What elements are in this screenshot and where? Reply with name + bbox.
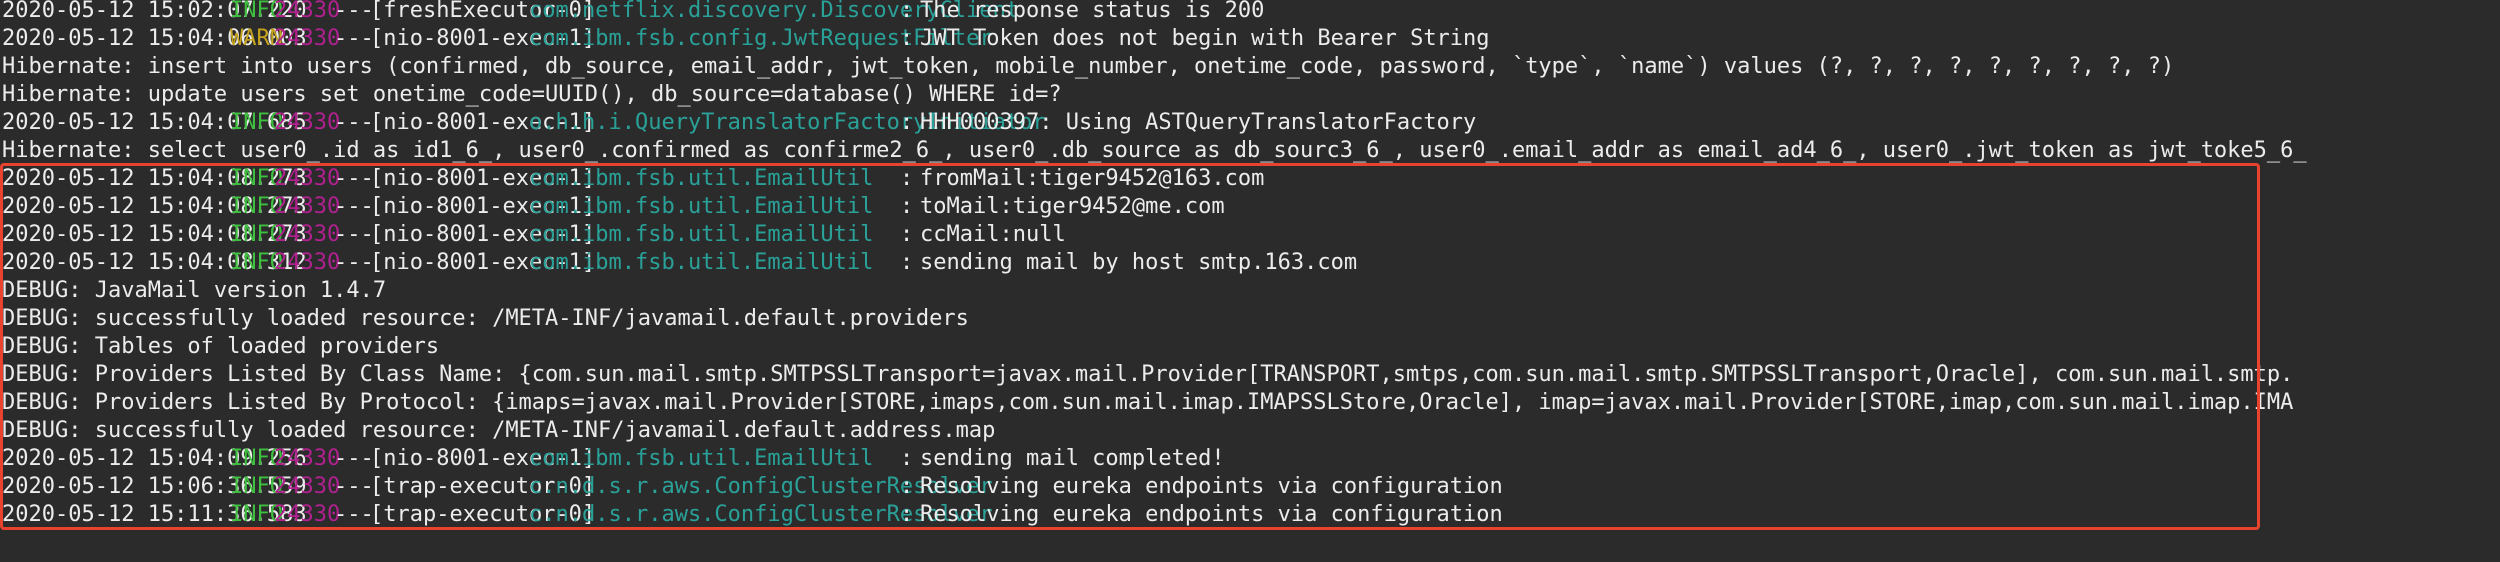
log-pid: 24330 bbox=[274, 222, 341, 247]
log-separator: --- bbox=[334, 0, 374, 23]
log-logger: com.ibm.fsb.util.EmailUtil bbox=[529, 194, 874, 219]
log-text-line: DEBUG: Providers Listed By Class Name: {… bbox=[2, 361, 2293, 389]
log-separator: --- bbox=[334, 26, 374, 51]
log-separator: --- bbox=[334, 502, 374, 527]
log-message: The response status is 200 bbox=[920, 0, 1265, 23]
log-text: DEBUG: Providers Listed By Protocol: {im… bbox=[2, 390, 2294, 415]
log-separator: --- bbox=[334, 166, 374, 191]
log-colon: : bbox=[900, 446, 914, 471]
log-pid: 24330 bbox=[274, 26, 341, 51]
log-message: toMail:tiger9452@me.com bbox=[920, 194, 1225, 219]
log-separator: --- bbox=[334, 110, 374, 135]
log-text-line: Hibernate: insert into users (confirmed,… bbox=[2, 53, 2174, 81]
log-message: Resolving eureka endpoints via configura… bbox=[920, 502, 1503, 527]
log-text-line: DEBUG: JavaMail version 1.4.7 bbox=[2, 277, 386, 305]
log-pid: 24330 bbox=[274, 110, 341, 135]
log-text: DEBUG: Tables of loaded providers bbox=[2, 334, 440, 359]
log-colon: : bbox=[900, 222, 914, 247]
log-line: 2020-05-12 15:04:08.273 INFO 24330 --- [nio-… bbox=[2, 221, 2498, 249]
log-message: sending mail by host smtp.163.com bbox=[920, 250, 1358, 275]
log-separator: --- bbox=[334, 250, 374, 275]
log-colon: : bbox=[900, 474, 914, 499]
log-message: sending mail completed! bbox=[920, 446, 1225, 471]
log-line: 2020-05-12 15:04:08.273 INFO 24330 --- [nio-… bbox=[2, 165, 2498, 193]
log-text: Hibernate: select user0_.id as id1_6_, u… bbox=[2, 138, 2307, 163]
log-colon: : bbox=[900, 0, 914, 23]
log-line: 2020-05-12 15:06:36.559 INFO 24330 --- [trap… bbox=[2, 473, 2498, 501]
log-pid: 24330 bbox=[274, 250, 341, 275]
log-text: DEBUG: JavaMail version 1.4.7 bbox=[2, 278, 387, 303]
log-message: fromMail:tiger9452@163.com bbox=[920, 166, 1265, 191]
log-line: 2020-05-12 15:02:07.220 INFO 24330 --- [fres… bbox=[2, 0, 2498, 25]
log-pid: 24330 bbox=[274, 474, 341, 499]
log-logger: com.ibm.fsb.util.EmailUtil bbox=[529, 166, 874, 191]
log-text-line: DEBUG: successfully loaded resource: /ME… bbox=[2, 417, 995, 445]
log-line: 2020-05-12 15:04:07.685 INFO 24330 --- [nio-… bbox=[2, 109, 2498, 137]
log-line: 2020-05-12 15:04:08.273 INFO 24330 --- [nio-… bbox=[2, 193, 2498, 221]
log-pid: 24330 bbox=[274, 194, 341, 219]
log-colon: : bbox=[900, 166, 914, 191]
log-colon: : bbox=[900, 194, 914, 219]
log-colon: : bbox=[900, 110, 914, 135]
log-pid: 24330 bbox=[274, 0, 341, 23]
log-line: 2020-05-12 15:04:08.312 INFO 24330 --- [nio-… bbox=[2, 249, 2498, 277]
log-text-line: Hibernate: select user0_.id as id1_6_, u… bbox=[2, 137, 2307, 165]
log-colon: : bbox=[900, 250, 914, 275]
log-logger: com.ibm.fsb.util.EmailUtil bbox=[529, 446, 874, 471]
log-text-line: Hibernate: update users set onetime_code… bbox=[2, 81, 1062, 109]
log-text: Hibernate: insert into users (confirmed,… bbox=[2, 54, 2175, 79]
log-line: 2020-05-12 15:04:09.256 INFO 24330 --- [nio-… bbox=[2, 445, 2498, 473]
log-logger: com.ibm.fsb.util.EmailUtil bbox=[529, 250, 874, 275]
log-text: DEBUG: successfully loaded resource: /ME… bbox=[2, 418, 996, 443]
log-pid: 24330 bbox=[274, 166, 341, 191]
log-text-line: DEBUG: Providers Listed By Protocol: {im… bbox=[2, 389, 2293, 417]
log-colon: : bbox=[900, 502, 914, 527]
log-message: JWT Token does not begin with Bearer Str… bbox=[920, 26, 1490, 51]
log-message: ccMail:null bbox=[920, 222, 1066, 247]
log-separator: --- bbox=[334, 194, 374, 219]
log-separator: --- bbox=[334, 446, 374, 471]
log-message: Resolving eureka endpoints via configura… bbox=[920, 474, 1503, 499]
log-text: DEBUG: successfully loaded resource: /ME… bbox=[2, 306, 969, 331]
log-pid: 24330 bbox=[274, 446, 341, 471]
log-colon: : bbox=[900, 26, 914, 51]
log-text-line: DEBUG: successfully loaded resource: /ME… bbox=[2, 305, 969, 333]
log-line: 2020-05-12 15:11:36.583 INFO 24330 --- [trap… bbox=[2, 501, 2498, 529]
log-text-line: DEBUG: Tables of loaded providers bbox=[2, 333, 439, 361]
log-pid: 24330 bbox=[274, 502, 341, 527]
log-message: HHH000397: Using ASTQueryTranslatorFacto… bbox=[920, 110, 1477, 135]
terminal-output[interactable]: 2020-05-12 15:02:07.220 INFO 24330 --- [fres… bbox=[0, 0, 2500, 562]
log-logger: com.ibm.fsb.util.EmailUtil bbox=[529, 222, 874, 247]
log-text: DEBUG: Providers Listed By Class Name: {… bbox=[2, 362, 2294, 387]
log-line: 2020-05-12 15:04:06.003 WARN 24330 --- [nio-… bbox=[2, 25, 2498, 53]
log-separator: --- bbox=[334, 222, 374, 247]
log-text: Hibernate: update users set onetime_code… bbox=[2, 82, 1062, 107]
log-separator: --- bbox=[334, 474, 374, 499]
